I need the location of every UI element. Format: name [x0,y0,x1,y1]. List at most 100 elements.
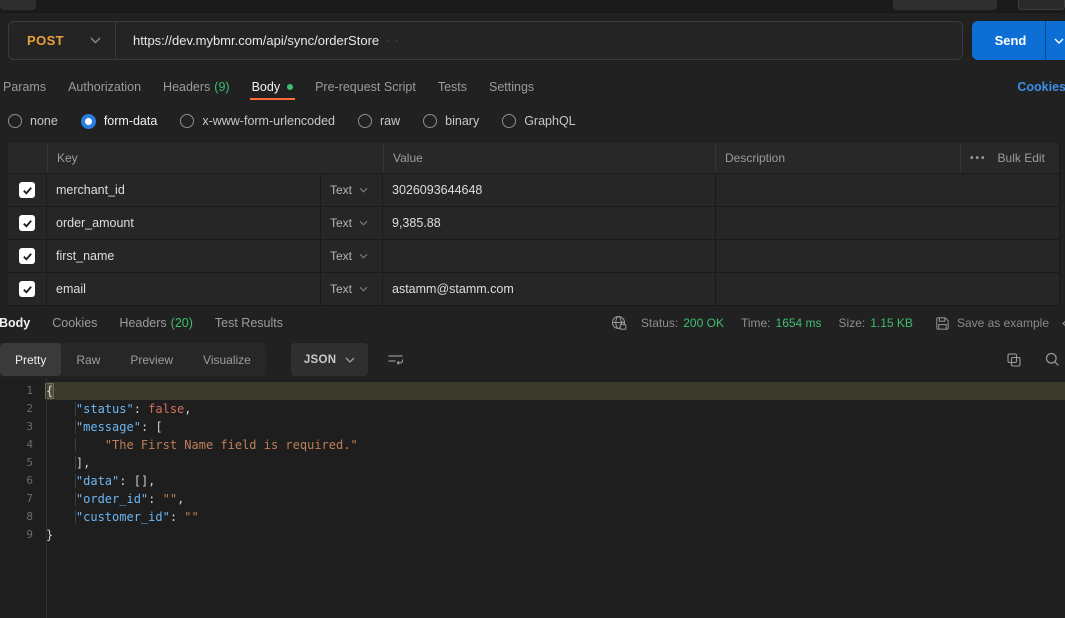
method-selector[interactable]: POST [9,22,115,59]
view-tab-visualize[interactable]: Visualize [188,343,266,376]
bulk-edit-button[interactable]: ••• Bulk Edit [960,143,1060,173]
chrome-fragment-left [0,0,36,10]
chevron-down-icon [359,187,368,193]
value-cell[interactable]: 9,385.88 [383,207,715,239]
type-dropdown[interactable]: Text [320,207,383,239]
body-mode-label: form-data [104,114,158,128]
request-tab-pre-request-script[interactable]: Pre-request Script [304,74,427,100]
code-token: : [148,492,162,506]
view-tab-raw[interactable]: Raw [61,343,115,376]
description-cell[interactable] [715,273,1060,305]
header-description: Description [715,143,960,173]
time-label: Time: [741,316,771,330]
response-view-toolbar: PrettyRawPreviewVisualize JSON [0,343,1065,376]
body-mode-graphql[interactable]: GraphQL [502,114,575,128]
code-token [46,510,76,524]
gutter-divider [46,378,47,618]
response-tab-headers[interactable]: Headers(20) [108,307,203,339]
save-as-example-button[interactable]: Save as example [935,316,1049,331]
description-cell[interactable] [715,240,1060,272]
response-body-editor[interactable]: 1{2 "status": false,3 "message": [4 "The… [0,378,1065,618]
request-tab-settings[interactable]: Settings [478,74,545,100]
type-label: Text [330,282,352,296]
response-tab-body[interactable]: Body [0,307,41,339]
response-tab-cookies[interactable]: Cookies [41,307,108,339]
request-tab-authorization[interactable]: Authorization [57,74,152,100]
body-mode-form-data[interactable]: form-data [81,114,158,129]
radio-icon [81,114,96,129]
form-data-row: merchant_idText3026093644648 [8,174,1060,207]
response-tabs: Body Cookies Headers(20)Test Results [0,307,294,339]
view-tab-pretty[interactable]: Pretty [0,343,61,376]
description-cell[interactable] [715,207,1060,239]
code-line: 6 "data": [], [0,472,1065,490]
body-mode-x-www-form-urlencoded[interactable]: x-www-form-urlencoded [180,114,335,128]
chevron-down-icon [359,253,368,259]
radio-icon [180,114,194,128]
description-cell[interactable] [715,174,1060,206]
copy-button[interactable] [1007,353,1021,367]
row-checkbox[interactable] [19,248,35,264]
radio-icon [358,114,372,128]
form-data-header-row: Key Value Description ••• Bulk Edit [8,143,1060,174]
code-token: { [46,384,53,398]
value-cell[interactable]: 3026093644648 [383,174,715,206]
code-token: : [134,402,148,416]
value-cell[interactable]: astamm@stamm.com [383,273,715,305]
row-checkbox[interactable] [19,182,35,198]
cookies-link[interactable]: Cookies [1017,74,1065,100]
url-trailing-dots: ·· [386,35,403,47]
request-tab-params[interactable]: Params [0,74,57,100]
form-data-row: order_amountText9,385.88 [8,207,1060,240]
url-input[interactable]: https://dev.mybmr.com/api/sync/orderStor… [116,22,962,59]
send-button[interactable]: Send [972,33,1045,48]
code-token [46,456,76,470]
method-label: POST [9,33,64,48]
row-checkbox[interactable] [19,215,35,231]
body-mode-none[interactable]: none [8,114,58,128]
wrap-lines-button[interactable] [387,353,404,366]
bulk-edit-label: Bulk Edit [998,151,1045,165]
network-globe-lock-icon[interactable] [611,315,627,331]
type-dropdown[interactable]: Text [320,240,383,272]
response-tab-test-results[interactable]: Test Results [204,307,294,339]
request-url-bar: POST https://dev.mybmr.com/api/sync/orde… [8,21,963,60]
line-number: 8 [0,508,46,526]
key-cell[interactable]: order_amount [47,207,320,239]
request-tab-label: Body [252,80,281,94]
body-mode-options: none form-data x-www-form-urlencoded raw bin… [8,108,599,134]
type-label: Text [330,249,352,263]
send-options-button[interactable] [1046,21,1065,60]
view-tab-preview[interactable]: Preview [115,343,188,376]
search-button[interactable] [1045,352,1060,367]
request-tab-headers[interactable]: Headers(9) [152,74,241,100]
type-dropdown[interactable]: Text [320,273,383,305]
code-line: 2 "status": false, [0,400,1065,418]
body-mode-raw[interactable]: raw [358,114,400,128]
key-cell[interactable]: email [47,273,320,305]
chevron-down-icon [359,286,368,292]
row-checkbox[interactable] [19,281,35,297]
key-cell[interactable]: first_name [47,240,320,272]
code-token: "The First Name field is required." [105,438,358,452]
chrome-fragment-far-right [1018,0,1065,10]
line-content: { [46,382,1065,400]
request-tab-body[interactable]: Body [241,74,305,100]
more-panel-caret-icon[interactable] [1061,319,1065,328]
language-dropdown[interactable]: JSON [291,343,369,376]
type-dropdown[interactable]: Text [320,174,383,206]
request-tab-label: Headers [163,80,210,94]
line-number: 9 [0,526,46,544]
body-mode-label: x-www-form-urlencoded [202,114,335,128]
response-tab-label: Body [0,316,30,330]
response-tab-label: Cookies [52,316,97,330]
header-key: Key [47,143,383,173]
body-mode-binary[interactable]: binary [423,114,479,128]
code-line: 7 "order_id": "", [0,490,1065,508]
copy-icon [1007,353,1021,367]
line-content: "The First Name field is required." [46,436,1065,454]
line-content: } [46,526,1065,544]
request-tab-tests[interactable]: Tests [427,74,478,100]
key-cell[interactable]: merchant_id [47,174,320,206]
value-cell[interactable] [383,240,715,272]
